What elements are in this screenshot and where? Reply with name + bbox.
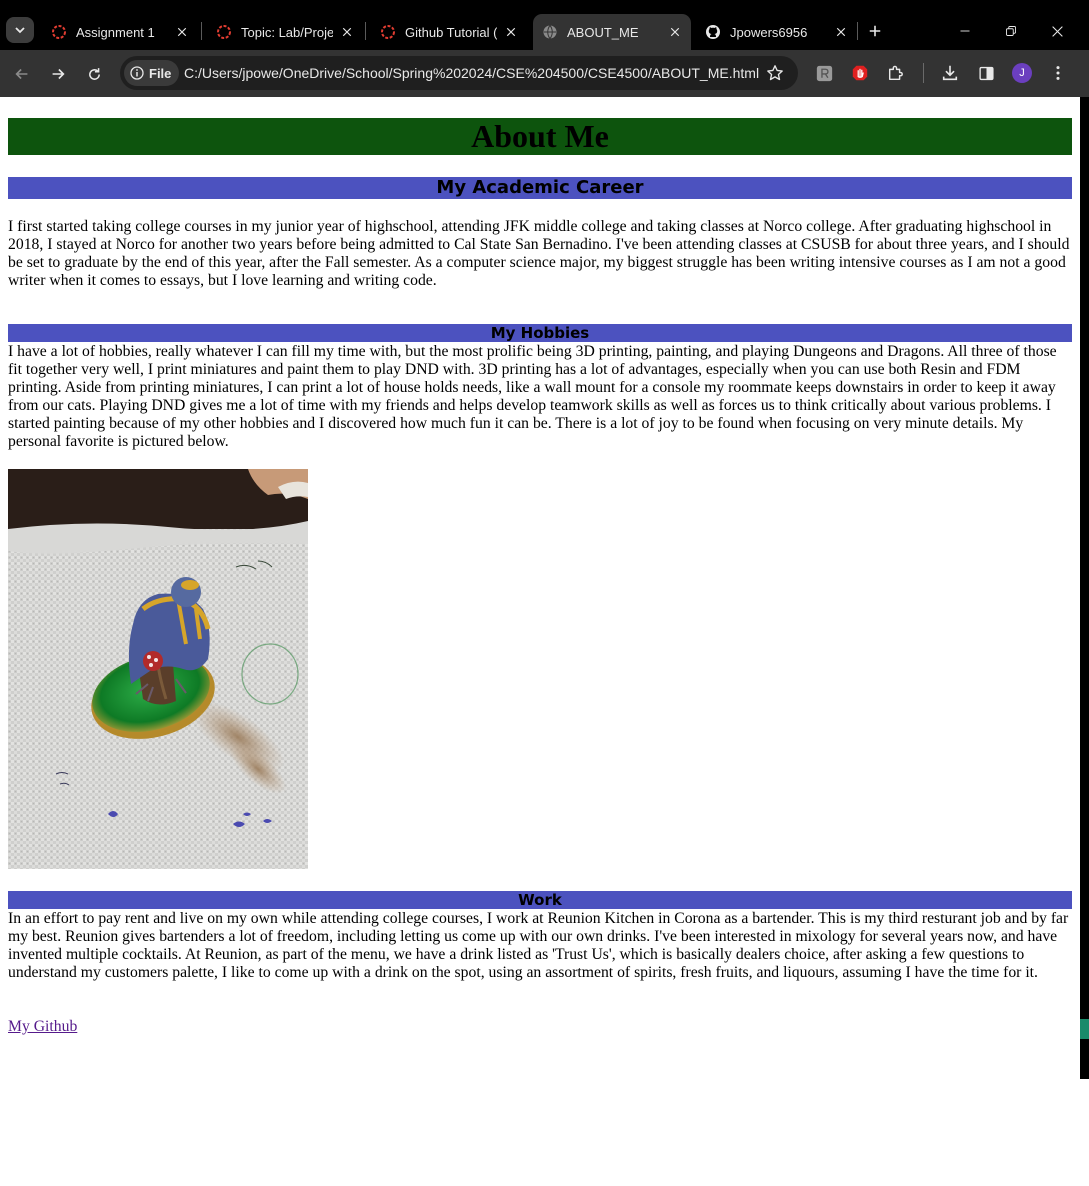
side-panel-button[interactable]	[976, 63, 996, 83]
canvas-icon	[381, 25, 395, 39]
tab-assignment-1[interactable]: Assignment 1	[38, 14, 198, 50]
tab-strip: Assignment 1 Topic: Lab/Projec Github Tu…	[0, 0, 1089, 50]
browser-chrome: Assignment 1 Topic: Lab/Projec Github Tu…	[0, 0, 1089, 97]
work-paragraph: In an effort to pay rent and live on my …	[8, 910, 1069, 981]
minimize-button[interactable]	[954, 20, 976, 42]
back-button[interactable]	[10, 62, 34, 86]
page-content: About Me My Academic Career I first star…	[0, 97, 1080, 1186]
url-text[interactable]: C:/Users/jpowe/OneDrive/School/Spring%20…	[184, 65, 759, 81]
tab-divider	[365, 22, 366, 40]
address-bar[interactable]: File C:/Users/jpowe/OneDrive/School/Spri…	[120, 56, 798, 90]
close-icon[interactable]	[339, 24, 355, 40]
new-tab-button[interactable]	[865, 21, 885, 41]
plus-icon	[869, 25, 881, 37]
more-vertical-icon	[1056, 66, 1060, 80]
canvas-icon	[217, 25, 231, 39]
tab-title: Topic: Lab/Projec	[241, 24, 333, 40]
chevron-down-icon	[15, 27, 25, 34]
close-icon[interactable]	[667, 24, 683, 40]
tab-divider	[201, 22, 202, 40]
tab-github-tutorial[interactable]: Github Tutorial (1	[367, 14, 527, 50]
extensions-button[interactable]	[886, 63, 906, 83]
scrollbar-marker	[1080, 1019, 1089, 1039]
close-window-button[interactable]	[1046, 20, 1068, 42]
download-icon	[942, 65, 958, 81]
minimize-icon	[960, 30, 970, 32]
scrollbar-thumb[interactable]	[1080, 97, 1089, 1079]
tab-search-button[interactable]	[6, 17, 34, 43]
close-icon[interactable]	[833, 24, 849, 40]
arrow-left-icon	[15, 68, 28, 80]
site-chip-label: File	[149, 65, 172, 81]
tab-jpowers6956[interactable]: Jpowers6956	[697, 14, 857, 50]
r-extension-icon	[816, 65, 832, 81]
menu-button[interactable]	[1048, 63, 1068, 83]
restore-button[interactable]	[1000, 20, 1022, 42]
avatar-initial: J	[1019, 67, 1025, 79]
reload-icon	[88, 67, 100, 80]
side-panel-icon	[978, 66, 994, 80]
toolbar-divider	[923, 63, 924, 83]
profile-avatar[interactable]: J	[1012, 63, 1032, 83]
tab-title: Jpowers6956	[730, 24, 808, 40]
tab-topic-lab-project[interactable]: Topic: Lab/Projec	[203, 14, 363, 50]
info-icon	[130, 66, 144, 80]
github-link[interactable]: My Github	[8, 1018, 77, 1036]
toolbar: File C:/Users/jpowe/OneDrive/School/Spri…	[0, 50, 1089, 97]
restore-icon	[1006, 26, 1016, 36]
close-icon[interactable]	[174, 24, 190, 40]
tab-title: Github Tutorial (1	[405, 24, 497, 40]
academic-paragraph: I first started taking college courses i…	[8, 218, 1070, 289]
canvas-icon	[52, 25, 66, 39]
extension-r-button[interactable]	[814, 63, 834, 83]
tab-divider	[857, 22, 858, 40]
close-icon	[1051, 25, 1063, 37]
extension-adblock-button[interactable]	[850, 63, 870, 83]
miniature-photo	[8, 469, 308, 869]
section-heading-work: Work	[8, 891, 1072, 909]
reload-button[interactable]	[82, 62, 106, 86]
tab-title: Assignment 1	[76, 24, 155, 40]
bookmark-star-icon[interactable]	[766, 64, 784, 82]
puzzle-icon	[888, 65, 903, 81]
github-icon	[706, 25, 720, 39]
site-info-chip[interactable]: File	[124, 60, 180, 86]
hobbies-paragraph: I have a lot of hobbies, really whatever…	[8, 343, 1057, 450]
tab-title: ABOUT_ME	[567, 24, 639, 40]
tab-about-me[interactable]: ABOUT_ME	[533, 14, 691, 50]
forward-button[interactable]	[46, 62, 70, 86]
globe-icon	[543, 25, 557, 39]
arrow-right-icon	[52, 68, 65, 80]
page-title: About Me	[8, 118, 1072, 155]
section-heading-academic: My Academic Career	[8, 177, 1072, 199]
downloads-button[interactable]	[940, 63, 960, 83]
close-icon[interactable]	[503, 24, 519, 40]
hand-stop-icon	[852, 65, 868, 81]
section-heading-hobbies: My Hobbies	[8, 324, 1072, 342]
